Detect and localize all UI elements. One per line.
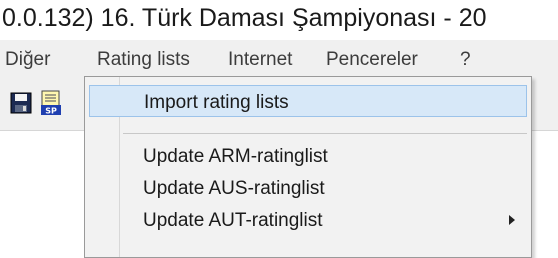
sp-document-button[interactable]: SP [38, 89, 64, 117]
menu-item-update-aus[interactable]: Update AUS-ratinglist [89, 172, 527, 204]
menu-help[interactable]: ? [460, 49, 471, 71]
window-title: 0.0.132) 16. Türk Daması Şampiyonası - 2… [2, 4, 487, 32]
menu-item-label: Update AUT-ratinglist [143, 210, 323, 231]
menu-diger[interactable]: Diğer [5, 49, 50, 71]
menu-item-label: Import rating lists [144, 92, 289, 113]
menu-item-import-rating-lists[interactable]: Import rating lists [89, 85, 527, 117]
menu-bar: Diğer Rating lists Internet Pencereler ? [0, 40, 558, 76]
save-button[interactable] [8, 89, 34, 117]
title-bar: 0.0.132) 16. Türk Daması Şampiyonası - 2… [0, 0, 558, 40]
menu-item-update-arm[interactable]: Update ARM-ratinglist [89, 140, 527, 172]
svg-text:SP: SP [45, 107, 57, 116]
rating-lists-dropdown: Import rating lists Update ARM-ratinglis… [84, 76, 532, 258]
save-icon [10, 92, 32, 114]
menu-item-update-aut[interactable]: Update AUT-ratinglist [89, 204, 527, 236]
sp-document-icon: SP [41, 90, 61, 116]
menu-pencereler[interactable]: Pencereler [326, 49, 418, 71]
menu-item-label: Update AUS-ratinglist [143, 178, 325, 199]
menu-internet[interactable]: Internet [228, 49, 292, 71]
menu-rating-lists[interactable]: Rating lists [97, 49, 190, 71]
submenu-arrow-icon [509, 215, 515, 225]
menu-item-label: Update ARM-ratinglist [143, 146, 328, 167]
menu-separator [123, 133, 527, 134]
